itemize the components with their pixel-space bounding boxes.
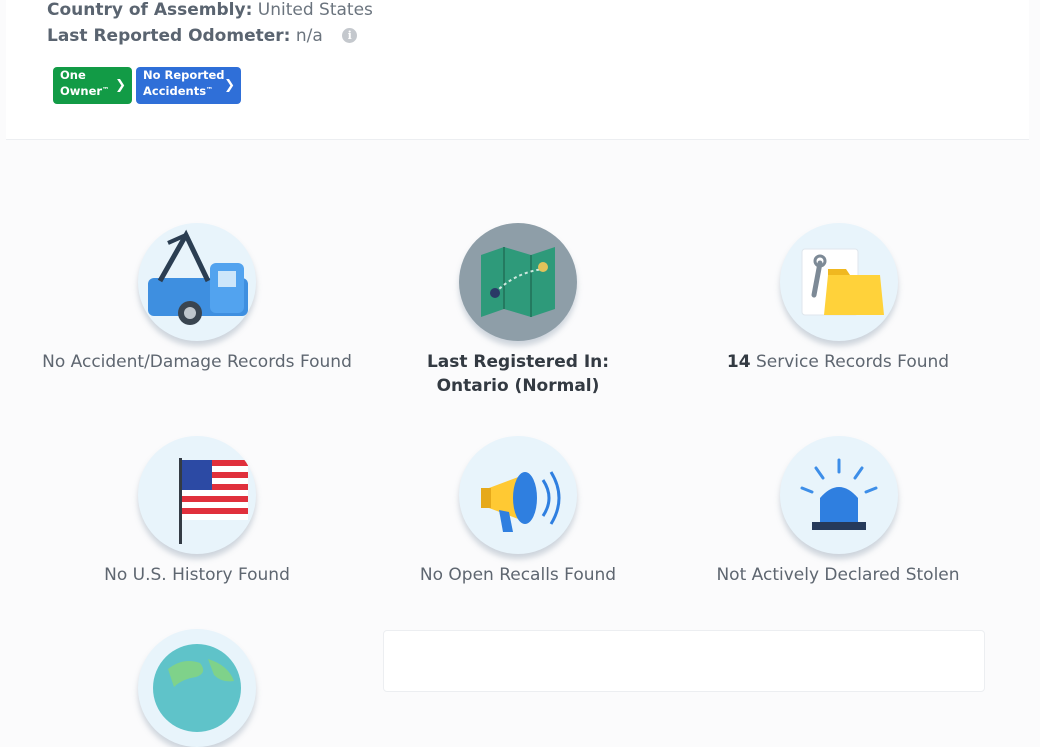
megaphone-icon[interactable] [459,436,577,554]
assembly-country-row: Country of Assembly: United States [47,0,373,20]
trademark: ™ [206,86,214,94]
assembly-country-label: Country of Assembly: [47,0,253,20]
bottom-info-card [383,630,985,692]
no-accidents-line2: Accidents [143,84,207,98]
chevron-right-icon: ❯ [224,78,235,93]
registration-prefix: Last Registered In: [426,352,610,372]
assembly-country-value: United States [257,0,373,20]
one-owner-line2: Owner [60,84,103,98]
info-icon[interactable]: i [342,28,358,43]
service-folder-icon[interactable] [780,223,898,341]
odometer-row: Last Reported Odometer: n/a i [47,26,358,46]
us-flag-icon[interactable] [138,436,256,554]
recalls-caption[interactable]: No Open Recalls Found [358,563,678,587]
us-history-caption[interactable]: No U.S. History Found [37,563,357,587]
registration-value: Ontario (Normal) [436,376,600,396]
chevron-right-icon: ❯ [115,78,126,93]
globe-icon[interactable] [138,629,256,747]
odometer-label: Last Reported Odometer: [47,26,291,46]
accident-records-caption[interactable]: No Accident/Damage Records Found [37,350,357,374]
service-records-caption[interactable]: 14 Service Records Found [678,350,998,374]
one-owner-line1: One [60,68,86,82]
service-records-text: Service Records Found [755,352,950,372]
trademark: ™ [102,86,110,94]
odometer-value: n/a [295,26,323,46]
siren-icon[interactable] [780,436,898,554]
one-owner-badge[interactable]: One Owner™ ❯ [53,67,132,104]
registration-caption[interactable]: Last Registered In: Ontario (Normal) [358,350,678,398]
map-icon[interactable] [459,223,577,341]
no-accidents-badge[interactable]: No Reported Accidents™ ❯ [136,67,241,104]
tow-truck-icon[interactable] [138,223,256,341]
no-accidents-line1: No Reported [143,68,225,82]
stolen-caption[interactable]: Not Actively Declared Stolen [678,563,998,587]
service-records-count: 14 [726,352,751,372]
